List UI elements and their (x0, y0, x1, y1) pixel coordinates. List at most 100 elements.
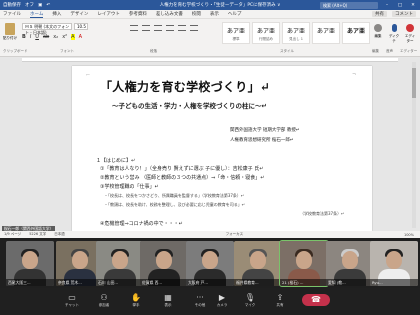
chat-button[interactable]: ▭ チャット (60, 293, 84, 313)
strikethrough-button[interactable]: ab (43, 34, 49, 40)
style-sample: あア亜 (226, 28, 245, 35)
doc-line: ①「教育は人なり！」（全身売り 賢えずに選ぶ 子に優し）：吉松康子 氏↵ (100, 166, 264, 172)
comment-button[interactable]: コメント (392, 11, 416, 17)
ribbon-home: 貼り付け ＭＳ 明朝 (本文のフォント - 日本語) 10.5 B I U ab… (0, 19, 420, 57)
style-heading-1[interactable]: あア亜 見出し 1 (282, 22, 310, 44)
more-button[interactable]: ··· その他 (188, 293, 212, 313)
tab-file[interactable]: ファイル (3, 11, 21, 17)
participant-name: 西尾大阪三... (6, 279, 54, 286)
italic-button[interactable]: I (30, 34, 31, 40)
editing-button[interactable]: 編集 (372, 22, 384, 44)
numbering-icon[interactable] (142, 25, 150, 31)
button-label: 参加者 (98, 303, 110, 307)
style-title[interactable]: あア亜 (342, 22, 370, 44)
tab-references[interactable]: 参考資料 (129, 11, 147, 17)
participant-tile[interactable]: 愛知 (教... (326, 241, 374, 286)
save-icon[interactable]: ▣ (38, 3, 42, 8)
paste-button[interactable]: 貼り付け (3, 23, 17, 45)
search-icon (374, 24, 382, 32)
bold-button[interactable]: B (22, 34, 26, 40)
tab-help[interactable]: ヘルプ (228, 11, 242, 17)
font-color-button[interactable]: A (79, 34, 82, 40)
author-name: 人権教育思想研究所 桜石一郎↵ (230, 138, 294, 143)
font-size-select[interactable]: 10.5 (74, 23, 88, 30)
align-center-icon[interactable] (178, 25, 186, 31)
styles-gallery: あア亜 標準 あア亜 行間詰め あア亜 見出し 1 あア亜 あア亜 (222, 22, 370, 44)
group-label-clipboard: クリップボード (3, 49, 28, 53)
participant-tile[interactable]: 大阪府 戸... (186, 241, 234, 286)
participant-face (342, 251, 358, 269)
tab-home[interactable]: ホーム (30, 11, 44, 18)
align-right-icon[interactable] (190, 25, 198, 31)
doc-line: ④危機管理⇒コロナ禍の中で・・・↵ (100, 221, 183, 227)
share-screen-button[interactable]: ⇪ 共有 (268, 293, 292, 313)
tab-view[interactable]: 表示 (210, 11, 219, 17)
participant-name: 福井県教育... (234, 279, 282, 286)
bullets-icon[interactable] (130, 25, 138, 31)
participant-name: 石川 山田... (96, 279, 144, 286)
tab-insert[interactable]: 挿入 (52, 11, 61, 17)
participant-face (202, 251, 218, 269)
document-title[interactable]: 人権力を育む学校づくり・「生徒ーデータ」PCに保存済み ∨ (120, 2, 320, 8)
font-name-select[interactable]: ＭＳ 明朝 (本文のフォント - 日本語) (22, 23, 72, 35)
highlight-button[interactable]: A (71, 34, 75, 40)
style-sample: あア亜 (256, 28, 275, 35)
chat-icon: ▭ (68, 293, 76, 302)
undo-icon[interactable]: ↶ (46, 3, 50, 8)
style-heading-2[interactable]: あア亜 (312, 22, 340, 44)
participant-tile[interactable]: 福井県教育... (234, 241, 282, 286)
style-name: 行間詰め (259, 37, 273, 41)
participant-tile[interactable]: Ryu... (370, 241, 418, 286)
word-titlebar: 自動保存 オフ ▣ ↶ 人権力を育む学校づくり・「生徒ーデータ」PCに保存済み … (0, 0, 420, 10)
page-count[interactable]: 1/9 ページ (4, 232, 21, 237)
margin-mark: ⌐ (86, 72, 91, 78)
participants-button[interactable]: ⚇ 参加者 (92, 293, 116, 313)
tab-mailings[interactable]: 差し込み文書 (156, 11, 183, 17)
superscript-button[interactable]: x² (62, 34, 67, 40)
margin-mark: ¬ (352, 72, 357, 78)
indent-icon[interactable] (154, 25, 162, 31)
participant-face (386, 251, 402, 269)
dictate-button[interactable]: ディクテ (388, 22, 400, 44)
autosave-toggle[interactable]: オフ (25, 2, 34, 8)
view-button[interactable]: ▦ 表示 (156, 293, 180, 313)
scrollbar-thumb[interactable] (412, 68, 416, 98)
tab-layout[interactable]: レイアウト (97, 11, 120, 17)
search-input[interactable]: 検索 (Alt+Q) (320, 1, 378, 9)
button-label: 共有 (276, 303, 284, 307)
more-icon: ··· (196, 293, 204, 302)
ribbon-tabs: ファイル ホーム 挿入 デザイン レイアウト 参考資料 差し込み文書 校閲 表示… (0, 10, 420, 19)
subscript-button[interactable]: x₂ (53, 34, 58, 40)
camera-icon: ▶ (218, 293, 226, 302)
align-left-icon[interactable] (166, 25, 174, 31)
tab-review[interactable]: 校閲 (192, 11, 201, 17)
style-normal[interactable]: あア亜 標準 (222, 22, 250, 44)
share-button[interactable]: 共有 (372, 11, 387, 17)
underline-button[interactable]: U (35, 34, 39, 40)
editor-button[interactable]: エディター (404, 22, 416, 44)
participant-tile[interactable]: 佐賀県 西... (140, 241, 188, 286)
participant-tile[interactable]: 21 (桜石) ... (279, 240, 329, 287)
camera-button[interactable]: ▶ カメラ (210, 293, 234, 313)
raise-hand-button[interactable]: ✋ 挙手 (124, 293, 148, 313)
microphone-icon: 🎙 (244, 293, 256, 302)
language-indicator[interactable]: 日本語 (54, 232, 65, 237)
vertical-scrollbar[interactable] (412, 62, 416, 228)
participant-name: 愛知 (教... (326, 279, 374, 286)
style-name: 見出し 1 (289, 37, 303, 41)
tab-design[interactable]: デザイン (70, 11, 88, 17)
close-icon[interactable]: ✕ (410, 3, 416, 8)
mic-button[interactable]: 🎙 マイク (238, 293, 262, 313)
focus-button[interactable]: フォーカス (226, 232, 244, 237)
minimize-icon[interactable]: – (384, 3, 390, 8)
style-no-spacing[interactable]: あア亜 行間詰め (252, 22, 280, 44)
horizontal-ruler[interactable] (22, 58, 398, 62)
leave-call-button[interactable]: ☎ (302, 294, 330, 306)
maximize-icon[interactable]: □ (397, 3, 403, 8)
document-heading: 「人権力を育む学校づくり」↵ (100, 80, 271, 94)
zoom-level[interactable]: 100% (404, 233, 414, 237)
teams-meeting-window: 自動保存 オフ ▣ ↶ 人権力を育む学校づくり・「生徒ーデータ」PCに保存済み … (0, 0, 420, 315)
participant-tile[interactable]: 西尾大阪三... (6, 241, 54, 286)
participant-tile[interactable]: 石川 山田... (96, 241, 144, 286)
word-count[interactable]: 5226 文字 (29, 232, 46, 237)
